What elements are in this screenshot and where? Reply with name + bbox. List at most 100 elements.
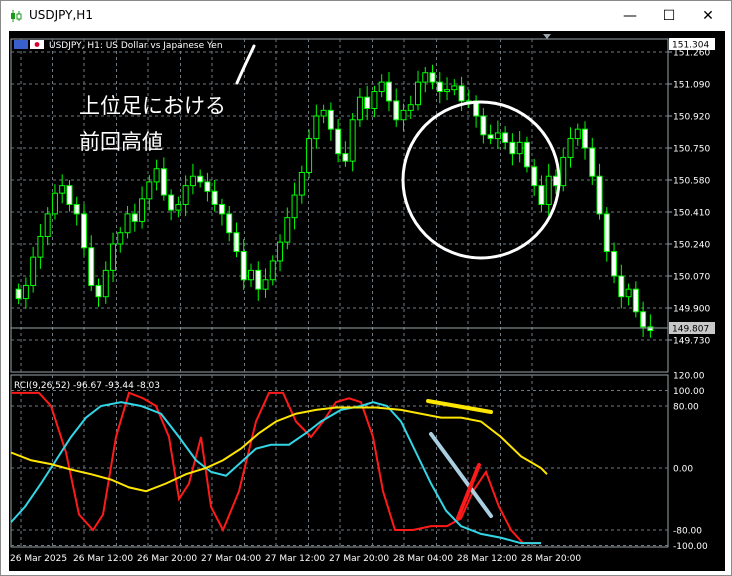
candle — [618, 264, 625, 309]
indicator-tick-label: -100.00 — [673, 542, 708, 552]
candle — [73, 196, 80, 226]
price-tick-label: 149.730 — [673, 337, 710, 347]
candle — [603, 207, 610, 262]
candle — [168, 189, 175, 221]
candle — [306, 129, 313, 179]
candle — [226, 205, 233, 242]
candle — [400, 103, 407, 132]
candle — [240, 239, 247, 290]
candle — [59, 174, 66, 204]
divergence-blue-line — [429, 432, 493, 518]
price-tick-label: 150.580 — [673, 177, 710, 187]
candle — [102, 261, 109, 304]
candle — [422, 67, 429, 93]
candle — [131, 203, 138, 232]
x-tick-label: 26 Mar 20:00 — [137, 554, 197, 564]
candle — [625, 283, 632, 306]
chart-svg[interactable]: 26 Mar 2025 26 Mar 12:00 26 Mar 20:00 27 Ma… — [9, 31, 725, 571]
indicator-tick-label: 100.00 — [673, 387, 705, 397]
candle — [204, 172, 211, 202]
chart-canvas[interactable]: 26 Mar 2025 26 Mar 12:00 26 Mar 20:00 27 Ma… — [9, 31, 725, 571]
candle — [44, 207, 51, 246]
candle — [15, 283, 22, 305]
candle — [342, 141, 349, 167]
candle — [327, 102, 334, 141]
last-price-label: 149.807 — [672, 325, 709, 335]
price-tick-label: 150.410 — [673, 209, 710, 219]
annotation-text-line2: 前回高値 — [79, 130, 163, 154]
candle — [320, 104, 327, 124]
candle — [436, 71, 443, 104]
candle — [197, 169, 204, 188]
minimize-button[interactable]: — — [613, 1, 647, 31]
price-tick-label: 150.750 — [673, 145, 710, 155]
candle — [255, 261, 262, 301]
candle — [480, 108, 487, 144]
indicator-label: RCI(9,26,52) -96.67 -93.44 -8.03 — [14, 381, 160, 391]
price-tick-label: 150.240 — [673, 241, 710, 251]
chart-shift-marker[interactable] — [543, 34, 551, 39]
candle — [22, 277, 29, 309]
candle — [567, 127, 574, 168]
candle — [632, 281, 639, 318]
candle — [298, 165, 305, 204]
symbol-description: USDJPY, H1: US Dollar vs Japanese Yen — [49, 41, 223, 51]
x-tick-label: 28 Mar 04:00 — [393, 554, 453, 564]
candle — [160, 157, 167, 201]
candle — [487, 124, 494, 145]
candle — [218, 198, 225, 226]
flag-us-icon — [14, 40, 28, 49]
candle — [451, 79, 458, 96]
window-title: USDJPY,H1 — [29, 8, 93, 22]
candle — [509, 133, 516, 166]
candle — [95, 278, 102, 307]
x-tick-label: 27 Mar 12:00 — [265, 554, 325, 564]
candle — [277, 234, 284, 272]
candle — [429, 64, 436, 90]
x-tick-label: 28 Mar 20:00 — [521, 554, 581, 564]
close-button[interactable]: ✕ — [691, 1, 725, 31]
x-tick-label: 26 Mar 2025 — [10, 554, 67, 564]
candle — [611, 242, 618, 284]
candle — [262, 268, 269, 298]
candle — [502, 126, 509, 150]
candle — [124, 205, 131, 239]
candle — [560, 148, 567, 192]
candle — [596, 163, 603, 220]
candle — [117, 227, 124, 253]
candlestick-icon — [11, 10, 22, 22]
candle — [211, 180, 218, 212]
title-bar[interactable]: USDJPY,H1 — ☐ ✕ — [1, 1, 731, 31]
rci-long-line — [10, 406, 548, 493]
x-tick-label: 27 Mar 20:00 — [329, 554, 389, 564]
candle — [378, 74, 385, 98]
x-tick-label: 26 Mar 12:00 — [73, 554, 133, 564]
candle — [385, 71, 392, 112]
candle — [139, 186, 146, 229]
candle — [393, 88, 400, 127]
candle — [444, 77, 451, 101]
candle — [364, 85, 371, 121]
candle — [465, 89, 472, 109]
candle — [582, 121, 589, 160]
candle — [574, 123, 581, 146]
candle — [589, 137, 596, 185]
candle — [494, 120, 501, 149]
candle — [284, 207, 291, 250]
candle — [182, 175, 189, 217]
x-tick-label: 28 Mar 12:00 — [457, 554, 517, 564]
symbol-info: USDJPY, H1: US Dollar vs Japanese Yen — [14, 40, 223, 51]
candle — [545, 163, 552, 217]
x-tick-label: 27 Mar 04:00 — [201, 554, 261, 564]
candle — [640, 301, 647, 337]
chart-window: USDJPY,H1 — ☐ ✕ 26 Mar 2025 26 Mar 12:00 2… — [0, 0, 732, 576]
price-tick-label: 150.070 — [673, 273, 710, 283]
candle — [189, 163, 196, 195]
candle — [313, 104, 320, 149]
candle — [233, 222, 240, 258]
candle — [349, 112, 356, 172]
candle — [51, 184, 58, 220]
maximize-button[interactable]: ☐ — [652, 1, 686, 31]
indicator-tick-label: -80.00 — [673, 527, 702, 537]
price-tick-label: 150.920 — [673, 113, 710, 123]
